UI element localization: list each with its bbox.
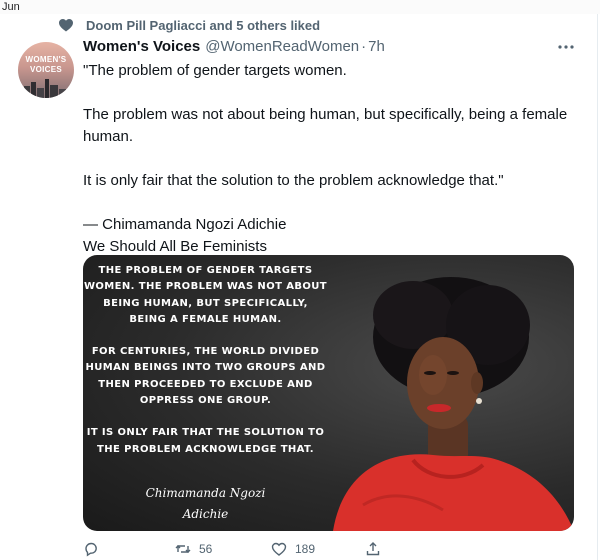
image-quote-text: THE PROBLEM OF GENDER TARGETS WOMEN. THE… [83, 263, 328, 474]
top-bar: Jun [0, 0, 600, 14]
tweet-actions: 56 189 [83, 538, 403, 560]
retweet-count: 56 [199, 542, 213, 556]
separator-dot: · [361, 37, 367, 55]
portrait-photo [333, 277, 574, 531]
retweet-icon [175, 545, 191, 553]
reply-button[interactable] [83, 538, 107, 560]
tweet-header: Women's Voices @WomenReadWomen · 7h [83, 36, 385, 56]
share-icon [366, 542, 380, 556]
image-quote-line-1: THE PROBLEM OF GENDER TARGETS WOMEN. THE… [83, 265, 328, 325]
reply-icon [85, 542, 97, 557]
social-context[interactable]: Doom Pill Pagliacci and 5 others liked [58, 16, 320, 34]
avatar-title-line-1: WOMEN'S [25, 55, 67, 64]
image-signature: Chimamanda Ngozi Adichie [123, 483, 288, 525]
author-name[interactable]: Women's Voices [83, 38, 200, 55]
topbar-label: Jun [2, 1, 20, 13]
tweet-time[interactable]: 7h [368, 38, 385, 55]
share-button[interactable] [365, 538, 381, 560]
signature-line-1: Chimamanda Ngozi [145, 486, 266, 500]
author-handle[interactable]: @WomenReadWomen [205, 38, 359, 55]
tweet-card[interactable]: Doom Pill Pagliacci and 5 others liked W… [0, 14, 598, 560]
tweet-text: "The problem of gender targets women. Th… [83, 60, 583, 258]
tweet-paragraph-3: It is only fair that the solution to the… [83, 172, 504, 189]
retweet-button[interactable]: 56 [175, 538, 212, 560]
skyline-graphic [24, 79, 66, 98]
tweet-media-image[interactable]: THE PROBLEM OF GENDER TARGETS WOMEN. THE… [83, 255, 574, 531]
like-count: 189 [295, 542, 316, 556]
image-quote-line-2: FOR CENTURIES, THE WORLD DIVIDED HUMAN B… [85, 346, 326, 407]
tweet-paragraph-1: "The problem of gender targets women. [83, 62, 347, 79]
avatar[interactable]: WOMEN'S VOICES [18, 42, 74, 98]
like-button[interactable]: 189 [271, 538, 315, 560]
social-context-text: Doom Pill Pagliacci and 5 others liked [86, 17, 321, 33]
like-heart-icon [271, 542, 287, 556]
signature-line-2: Adichie [182, 507, 229, 521]
avatar-title: WOMEN'S VOICES [18, 55, 74, 75]
avatar-title-line-2: VOICES [29, 65, 63, 74]
image-quote-line-3: IT IS ONLY FAIR THAT THE SOLUTION TO THE… [86, 427, 325, 455]
tweet-attribution: — Chimamanda Ngozi Adichie [83, 216, 287, 233]
more-options-icon[interactable] [557, 40, 575, 54]
heart-icon [59, 19, 73, 32]
tweet-paragraph-2: The problem was not about being human, b… [83, 106, 568, 145]
